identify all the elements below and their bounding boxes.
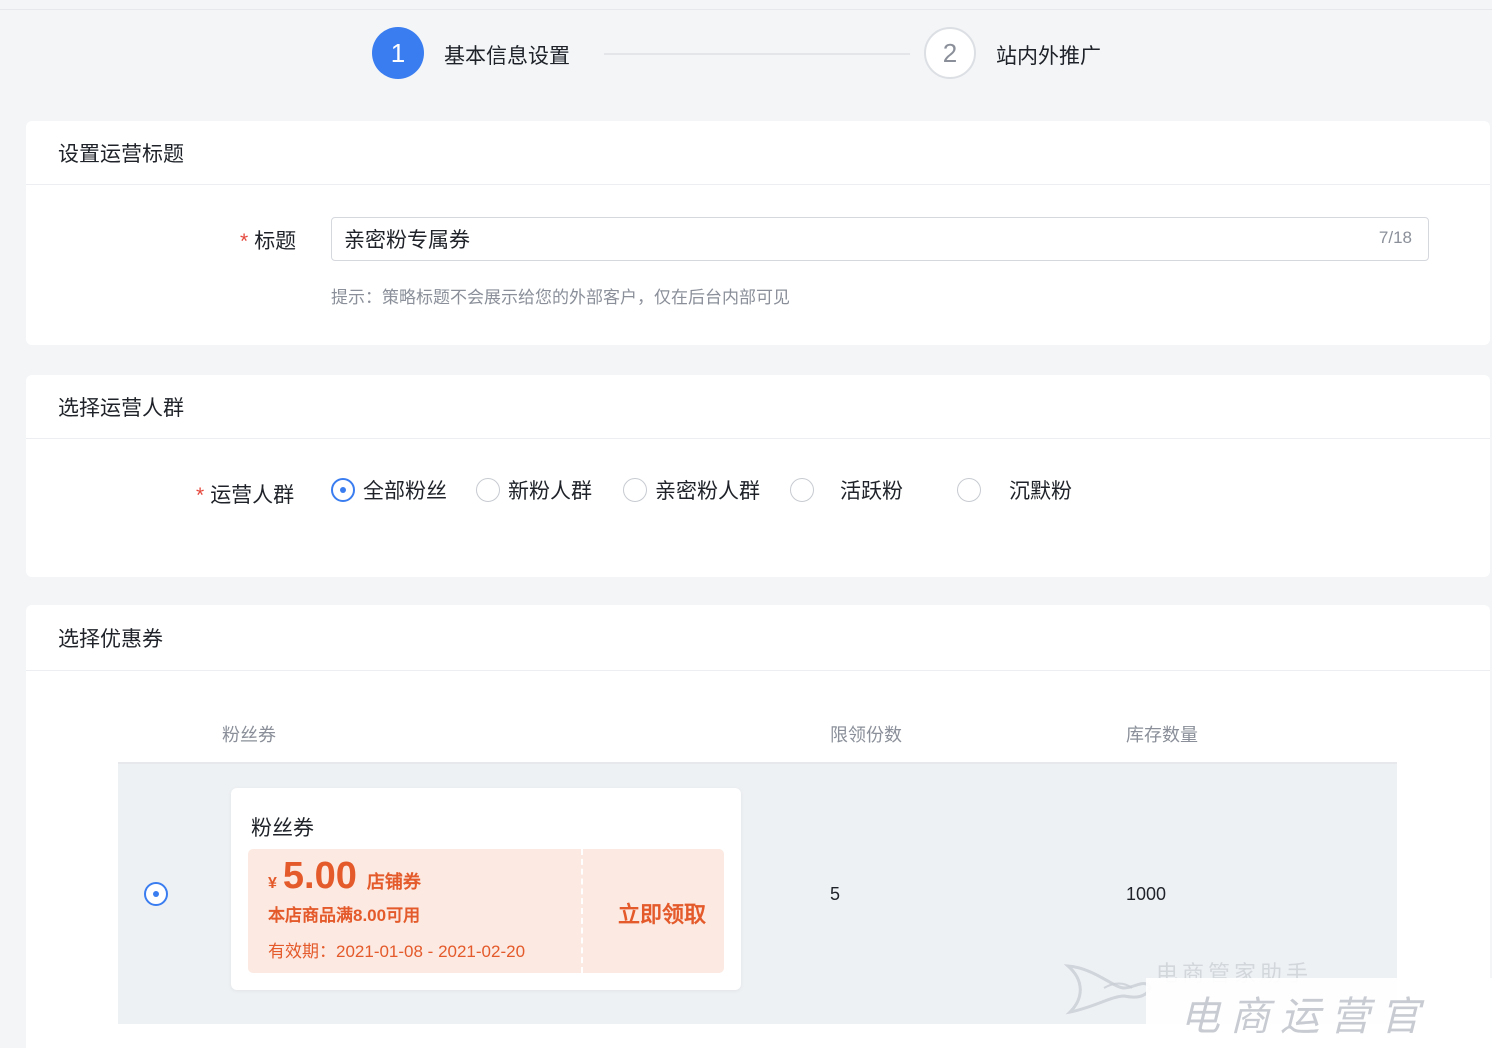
currency-symbol: ¥ (268, 875, 277, 892)
step-1-label: 基本信息设置 (444, 45, 570, 68)
title-input[interactable]: 亲密粉专属券 7/18 (331, 217, 1429, 261)
watermark-title: 电商运营官 (1146, 978, 1492, 1048)
radio-label: 新粉人群 (508, 480, 592, 503)
title-section-heading: 设置运营标题 (26, 121, 1490, 185)
radio-close-fans[interactable]: 亲密粉人群 (623, 475, 760, 505)
limit-cell: 5 (830, 884, 841, 904)
coupon-ticket: ¥ 5.00 店铺券 本店商品满8.00可用 有效期：2021-01-08 - … (248, 849, 724, 973)
title-field-label: * 标题 (240, 225, 296, 255)
fish-logo-icon (1064, 964, 1152, 1015)
coupon-amount: ¥ 5.00 店铺券 (268, 855, 421, 898)
title-input-value: 亲密粉专属券 (344, 229, 470, 252)
radio-active-fans[interactable]: 活跃粉 (790, 475, 903, 505)
coupon-validity: 有效期：2021-01-08 - 2021-02-20 (268, 942, 526, 961)
top-border (0, 0, 1492, 10)
watermark: 电商管家助手 电商运营官 (1060, 950, 1492, 1048)
coupon-section-heading: 选择优惠券 (26, 605, 1490, 671)
audience-radio-group: 全部粉丝 新粉人群 亲密粉人群 活跃粉 沉默粉 (331, 475, 1331, 505)
audience-section-heading: 选择运营人群 (26, 375, 1490, 439)
audience-field-label: * 运营人群 (196, 479, 294, 509)
audience-label-text: 运营人群 (210, 484, 295, 507)
coupon-card: 粉丝券 ¥ 5.00 店铺券 本店商品满8.00可用 有效期：2021-01-0… (231, 788, 741, 990)
column-header: 限领份数 (830, 725, 902, 745)
title-section: 设置运营标题 * 标题 亲密粉专属券 7/18 提示：策略标题不会展示给您的外部客… (26, 121, 1490, 345)
row-select-radio[interactable] (144, 882, 176, 906)
step-1-circle: 1 (372, 27, 424, 79)
step-2-circle: 2 (924, 27, 976, 79)
radio-label: 沉默粉 (1009, 480, 1072, 503)
radio-label: 亲密粉人群 (655, 480, 760, 503)
title-label-text: 标题 (254, 230, 297, 253)
radio-checked-icon (144, 882, 168, 906)
required-mark: * (240, 230, 249, 253)
radio-new-fans[interactable]: 新粉人群 (476, 475, 592, 505)
coupon-value: 5.00 (282, 855, 357, 897)
title-hint: 提示：策略标题不会展示给您的外部客户，仅在后台内部可见 (331, 288, 790, 307)
column-header: 库存数量 (1126, 725, 1198, 745)
radio-silent-fans[interactable]: 沉默粉 (957, 475, 1072, 505)
audience-section: 选择运营人群 * 运营人群 全部粉丝 新粉人群 亲密粉人群 活跃粉 沉默粉 (26, 375, 1490, 577)
radio-label: 活跃粉 (840, 480, 903, 503)
radio-label: 全部粉丝 (363, 480, 447, 503)
radio-unchecked-icon (957, 478, 981, 502)
column-header: 粉丝券 (222, 725, 276, 745)
coupon-name: 粉丝券 (251, 817, 314, 840)
claim-button[interactable]: 立即领取 (618, 897, 706, 929)
coupon-table-header: 粉丝券 限领份数 库存数量 (26, 715, 1490, 763)
stock-cell: 1000 (1126, 884, 1167, 904)
radio-unchecked-icon (476, 478, 500, 502)
step-2-label: 站内外推广 (996, 45, 1101, 68)
step-connector (604, 53, 910, 55)
radio-unchecked-icon (790, 478, 814, 502)
radio-checked-icon (331, 478, 355, 502)
title-char-counter: 7/18 (1378, 228, 1412, 247)
radio-unchecked-icon (623, 478, 647, 502)
coupon-condition: 本店商品满8.00可用 (268, 906, 421, 925)
coupon-type: 店铺券 (366, 872, 421, 892)
required-mark: * (196, 484, 205, 507)
step-indicator: 1 基本信息设置 2 站内外推广 (372, 27, 1112, 79)
coupon-divider (581, 849, 583, 973)
radio-all-fans[interactable]: 全部粉丝 (331, 475, 447, 505)
